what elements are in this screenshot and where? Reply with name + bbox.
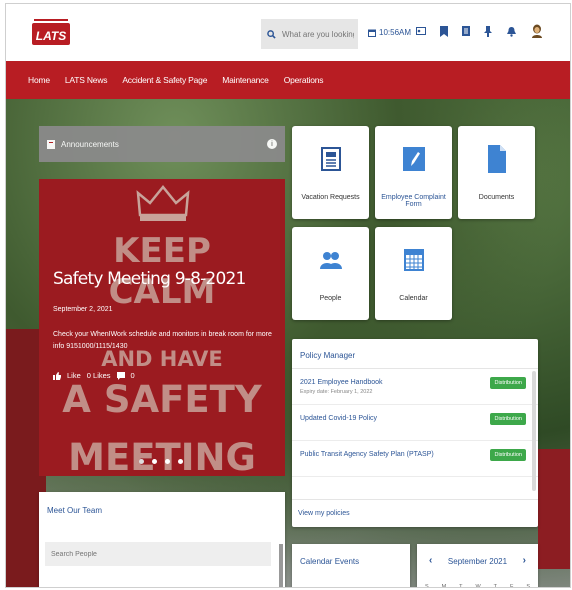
tile-vacation-requests[interactable]: Vacation Requests (292, 126, 369, 219)
weekday: M (441, 584, 447, 588)
poster-line-1: KEEP (113, 231, 211, 271)
tile-calendar[interactable]: Calendar (375, 227, 452, 320)
status-badge: Distribution (490, 449, 526, 461)
nav-home[interactable]: Home (28, 75, 50, 85)
tile-employee-complaint-form[interactable]: Employee Complaint Form (375, 126, 452, 219)
weekday-header: S M T W T F S (425, 584, 530, 588)
calendar-month: September 2021 (447, 557, 508, 566)
policy-item[interactable]: 2021 Employee Handbook Expiry date: Febr… (292, 369, 538, 405)
policy-manager-title: Policy Manager (292, 339, 538, 369)
nav-maintenance[interactable]: Maintenance (222, 75, 269, 85)
view-my-policies-link[interactable]: View my policies (292, 499, 538, 527)
tile-label: Documents (478, 194, 515, 201)
poster-line-5: MEETING (68, 436, 256, 476)
announcement-title[interactable]: Safety Meeting 9-8-2021 (53, 269, 246, 289)
policy-scrollbar[interactable] (532, 371, 536, 491)
user-avatar-icon[interactable] (531, 24, 543, 38)
crown-icon (136, 185, 190, 221)
next-month-button[interactable]: › (523, 555, 526, 566)
search-box[interactable] (261, 19, 358, 49)
policy-item[interactable]: Updated Covid-19 Policy Distribution (292, 405, 538, 441)
people-icon (319, 252, 342, 269)
carousel-dot[interactable] (139, 459, 144, 464)
announcement-date: September 2, 2021 (53, 306, 113, 313)
calendar-events-title: Calendar Events (300, 557, 360, 566)
policy-item[interactable]: Public Transit Agency Safety Plan (PTASP… (292, 441, 538, 477)
clock: 10:56AM (368, 28, 411, 37)
carousel-dot[interactable] (165, 459, 170, 464)
header-icon-bar (416, 24, 543, 38)
carousel-dots (139, 459, 183, 464)
calendar-icon (403, 249, 424, 271)
policy-manager-panel: Policy Manager 2021 Employee Handbook Ex… (292, 339, 538, 527)
bus-photo-right (538, 449, 570, 569)
time-text: 10:56AM (379, 28, 412, 37)
tile-label: Calendar (399, 295, 428, 302)
lats-logo[interactable]: LATS (32, 14, 70, 48)
pencil-icon (402, 147, 425, 171)
main-nav: Home LATS News Accident & Safety Page Ma… (6, 61, 570, 99)
meet-our-team-panel: Meet Our Team (39, 492, 285, 587)
like-count: 0 Likes (86, 371, 111, 380)
bookmark-icon[interactable] (440, 25, 448, 37)
tile-label: Employee Complaint Form (381, 194, 446, 208)
svg-text:LATS: LATS (36, 29, 66, 43)
team-scrollbar[interactable] (279, 544, 283, 587)
announcement-carousel[interactable]: KEEP CALM AND HAVE A SAFETY MEETING Safe… (39, 179, 285, 476)
like-icon[interactable] (53, 371, 61, 380)
comment-count: 0 (130, 371, 135, 380)
nav-operations[interactable]: Operations (284, 75, 324, 85)
weekday: T (493, 584, 498, 588)
carousel-dot[interactable] (152, 459, 157, 464)
poster-line-4: A SAFETY (62, 378, 262, 421)
weekday: S (425, 584, 429, 588)
portal-page: LATS 10:56AM Home LATS News Accident & S… (5, 3, 571, 588)
top-header: LATS 10:56AM (6, 4, 570, 59)
carousel-dot[interactable] (178, 459, 183, 464)
weekday: W (475, 584, 481, 588)
announcement-actions: Like 0 Likes 0 (53, 371, 135, 380)
comment-icon[interactable] (116, 371, 125, 380)
weekday: F (509, 584, 514, 588)
document-icon (487, 145, 506, 173)
nav-lats-news[interactable]: LATS News (65, 75, 108, 85)
nav-accident-safety[interactable]: Accident & Safety Page (122, 75, 207, 85)
announcement-body: Check your WhenIWork schedule and monito… (53, 331, 272, 350)
calendar-small-icon (368, 29, 376, 37)
like-button[interactable]: Like (67, 371, 81, 380)
announcements-header: Announcements i (39, 126, 285, 162)
mini-calendar: ‹ September 2021 › S M T W T F S (417, 544, 538, 588)
list-icon[interactable] (462, 26, 470, 36)
pin-icon[interactable] (484, 25, 492, 37)
info-icon[interactable]: i (267, 139, 277, 149)
id-card-icon[interactable] (416, 27, 426, 35)
tile-people[interactable]: People (292, 227, 369, 320)
tile-documents[interactable]: Documents (458, 126, 535, 219)
weekday: S (526, 584, 530, 588)
tile-label: People (319, 295, 342, 302)
notification-bell-icon[interactable] (506, 26, 517, 37)
news-icon (320, 147, 341, 171)
status-badge: Distribution (490, 377, 526, 389)
meet-our-team-title: Meet Our Team (47, 506, 102, 515)
search-people-input[interactable] (45, 542, 271, 566)
search-icon[interactable] (267, 29, 276, 39)
announcements-label: Announcements (61, 139, 119, 149)
search-input[interactable] (282, 29, 354, 39)
weekday: T (459, 584, 463, 588)
tile-label: Vacation Requests (301, 194, 360, 201)
status-badge: Distribution (490, 413, 526, 425)
announcement-icon (47, 139, 55, 149)
policy-expiry: Expiry date: February 1, 2022 (300, 389, 373, 395)
calendar-events-panel: Calendar Events (292, 544, 410, 587)
